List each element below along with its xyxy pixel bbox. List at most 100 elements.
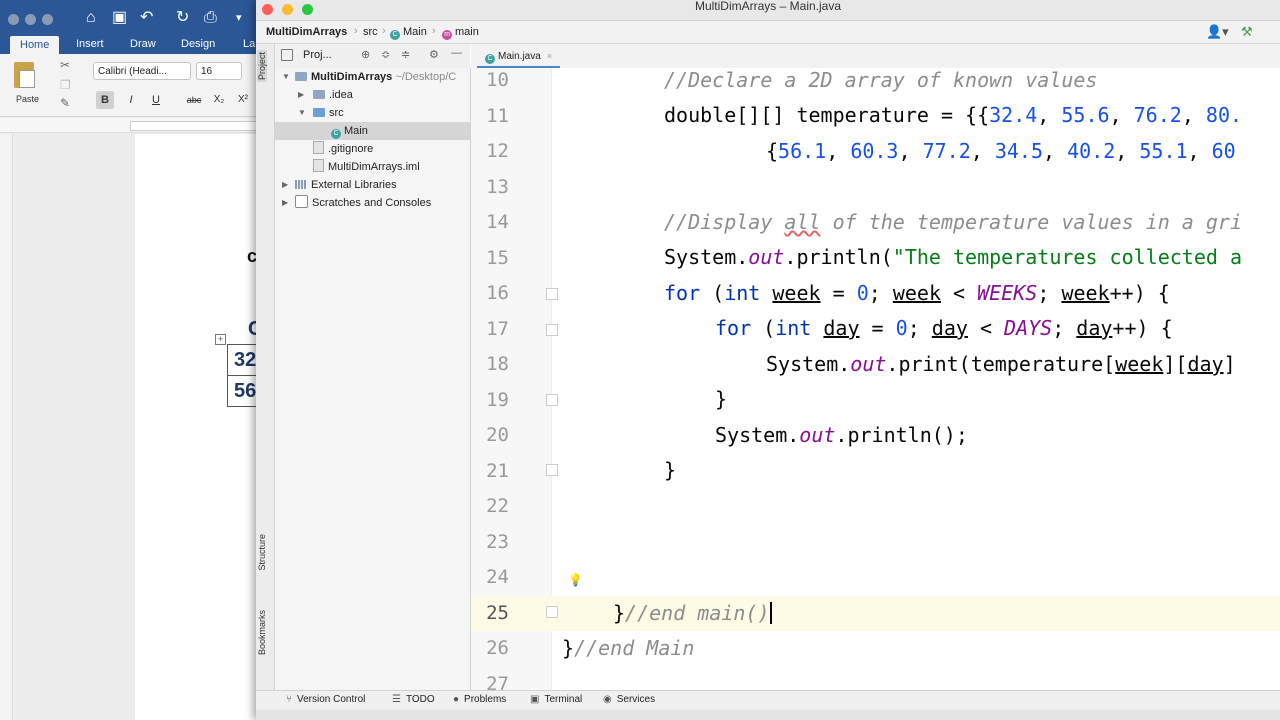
cut-icon[interactable]: ✂ bbox=[60, 58, 70, 72]
services-button[interactable]: ◉ Services bbox=[603, 694, 655, 705]
bold-button[interactable]: B bbox=[96, 91, 114, 109]
underline-button[interactable]: U bbox=[147, 91, 165, 109]
chevron-down-icon[interactable]: ▼ bbox=[298, 104, 306, 122]
tab-insert[interactable]: Insert bbox=[76, 38, 104, 50]
chevron-right-icon[interactable]: ▶ bbox=[282, 194, 288, 212]
line-number: 27 bbox=[486, 672, 509, 695]
ide-window: MultiDimArrays – Main.java MultiDimArray… bbox=[256, 0, 1280, 720]
font-size-select[interactable]: 16 bbox=[196, 62, 242, 80]
expand-all-icon[interactable]: ≎ bbox=[381, 48, 390, 61]
code-line-20: System.out.println(); bbox=[715, 423, 968, 447]
tab-draw[interactable]: Draw bbox=[130, 38, 156, 50]
save-icon[interactable]: ▣ bbox=[112, 10, 127, 26]
font-name-select[interactable]: Calibri (Headi... bbox=[93, 62, 191, 80]
paste-label: Paste bbox=[16, 94, 40, 104]
line-number: 10 bbox=[486, 69, 509, 91]
copy-icon[interactable]: ❐ bbox=[60, 78, 71, 92]
line-number: 23 bbox=[486, 530, 509, 553]
breadcrumb-src[interactable]: src bbox=[363, 26, 378, 38]
source-folder-icon bbox=[313, 108, 325, 117]
word-close-button[interactable] bbox=[8, 14, 19, 25]
customize-toolbar-icon[interactable]: ▾ bbox=[236, 10, 242, 26]
user-icon[interactable]: 👤▾ bbox=[1206, 24, 1229, 40]
hide-panel-icon[interactable]: — bbox=[451, 47, 462, 59]
project-tool-tab[interactable]: Project bbox=[257, 50, 267, 83]
tree-item-gitignore[interactable]: .gitignore bbox=[275, 140, 470, 158]
table-move-handle-icon[interactable]: + bbox=[215, 334, 226, 345]
code-line-11: double[][] temperature = {{32.4, 55.6, 7… bbox=[664, 103, 1243, 127]
document-page[interactable]: c C + 32 56 bbox=[135, 134, 262, 720]
breadcrumb-method[interactable]: m main bbox=[442, 26, 479, 40]
print-icon[interactable]: ⎙ bbox=[204, 10, 217, 26]
tree-item-src[interactable]: ▼ src bbox=[275, 104, 470, 122]
code-line-26: }//end Main bbox=[562, 636, 695, 660]
format-painter-icon[interactable]: ✎ bbox=[60, 96, 70, 110]
fold-marker-icon[interactable] bbox=[546, 606, 558, 618]
tree-item-main[interactable]: C Main bbox=[275, 122, 470, 140]
structure-tool-tab[interactable]: Structure bbox=[257, 534, 267, 571]
word-ribbon: Paste ✂ ❐ ✎ Calibri (Headi... 16 B I U a… bbox=[0, 54, 262, 117]
version-control-button[interactable]: ⑂ Version Control bbox=[286, 694, 365, 705]
line-number: 16 bbox=[486, 282, 509, 304]
word-zoom-button[interactable] bbox=[42, 14, 53, 25]
folder-icon bbox=[313, 90, 325, 99]
paste-icon[interactable] bbox=[14, 62, 35, 88]
bookmarks-tool-tab[interactable]: Bookmarks bbox=[257, 610, 267, 655]
tree-item-external-libraries[interactable]: ▶ External Libraries bbox=[275, 176, 470, 194]
class-icon: C bbox=[390, 30, 400, 40]
breadcrumb-project[interactable]: MultiDimArrays bbox=[266, 26, 347, 38]
fold-marker-icon[interactable] bbox=[546, 394, 558, 406]
tab-design[interactable]: Design bbox=[181, 38, 215, 50]
strikethrough-button[interactable]: abc bbox=[182, 91, 206, 109]
vertical-ruler bbox=[0, 134, 13, 720]
line-number: 21 bbox=[486, 459, 509, 482]
todo-button[interactable]: ☰ TODO bbox=[392, 694, 435, 705]
subscript-button[interactable]: X₂ bbox=[210, 91, 228, 109]
close-tab-icon[interactable]: × bbox=[547, 51, 552, 61]
italic-button[interactable]: I bbox=[122, 91, 140, 109]
branch-icon: ⑂ bbox=[286, 694, 292, 705]
project-tree: ▼ MultiDimArrays ~/Desktop/C ▶ .idea ▼ s… bbox=[275, 68, 471, 690]
services-icon: ◉ bbox=[603, 694, 612, 705]
fold-marker-icon[interactable] bbox=[546, 288, 558, 300]
line-number: 11 bbox=[486, 104, 509, 127]
line-number: 25 bbox=[486, 601, 509, 624]
list-icon: ☰ bbox=[392, 694, 401, 705]
class-icon: C bbox=[331, 129, 341, 139]
tree-item-iml[interactable]: MultiDimArrays.iml bbox=[275, 158, 470, 176]
word-window: ⌂ ▣ ↶ ↻ ⎙ ▾ Home Insert Draw Design La P… bbox=[0, 0, 262, 720]
home-icon[interactable]: ⌂ bbox=[86, 10, 96, 26]
tree-item-project-root[interactable]: ▼ MultiDimArrays ~/Desktop/C bbox=[275, 68, 470, 86]
line-number: 24 bbox=[486, 566, 509, 588]
method-icon: m bbox=[442, 30, 452, 40]
breadcrumb-class[interactable]: C Main bbox=[390, 26, 427, 40]
terminal-button[interactable]: ▣ Terminal bbox=[530, 694, 582, 705]
word-title-bar: ⌂ ▣ ↶ ↻ ⎙ ▾ bbox=[0, 0, 262, 36]
breadcrumb-separator-icon: › bbox=[354, 25, 358, 37]
lightbulb-icon[interactable]: 💡 bbox=[568, 574, 583, 586]
chevron-right-icon[interactable]: ▶ bbox=[282, 176, 288, 194]
build-hammer-icon[interactable]: ⚒ bbox=[1241, 24, 1253, 40]
undo-icon[interactable]: ↶ bbox=[140, 10, 153, 26]
fold-marker-icon[interactable] bbox=[546, 324, 558, 336]
superscript-button[interactable]: X² bbox=[234, 91, 252, 109]
breadcrumb-separator-icon: › bbox=[382, 25, 386, 37]
tab-home[interactable]: Home bbox=[10, 36, 60, 54]
code-line-21: } bbox=[664, 458, 677, 482]
redo-icon[interactable]: ↻ bbox=[176, 10, 189, 26]
gear-icon[interactable]: ⚙ bbox=[429, 48, 439, 61]
chevron-right-icon[interactable]: ▶ bbox=[298, 86, 304, 104]
tab-layout[interactable]: La bbox=[243, 38, 255, 50]
text-caret bbox=[769, 602, 772, 624]
module-file-icon bbox=[313, 159, 324, 172]
code-line-19: } bbox=[715, 387, 728, 411]
navigation-bar: MultiDimArrays › src › C Main › m main 👤▾ … bbox=[256, 21, 1280, 44]
locate-file-icon[interactable]: ⊕ bbox=[361, 48, 370, 61]
project-view-selector[interactable]: Proj... bbox=[303, 49, 332, 61]
tree-item-scratches[interactable]: ▶ Scratches and Consoles bbox=[275, 194, 470, 212]
fold-marker-icon[interactable] bbox=[546, 464, 558, 476]
chevron-down-icon[interactable]: ▼ bbox=[282, 68, 290, 86]
collapse-all-icon[interactable]: ≑ bbox=[401, 48, 410, 61]
word-minimize-button[interactable] bbox=[25, 14, 36, 25]
tree-item-idea[interactable]: ▶ .idea bbox=[275, 86, 470, 104]
